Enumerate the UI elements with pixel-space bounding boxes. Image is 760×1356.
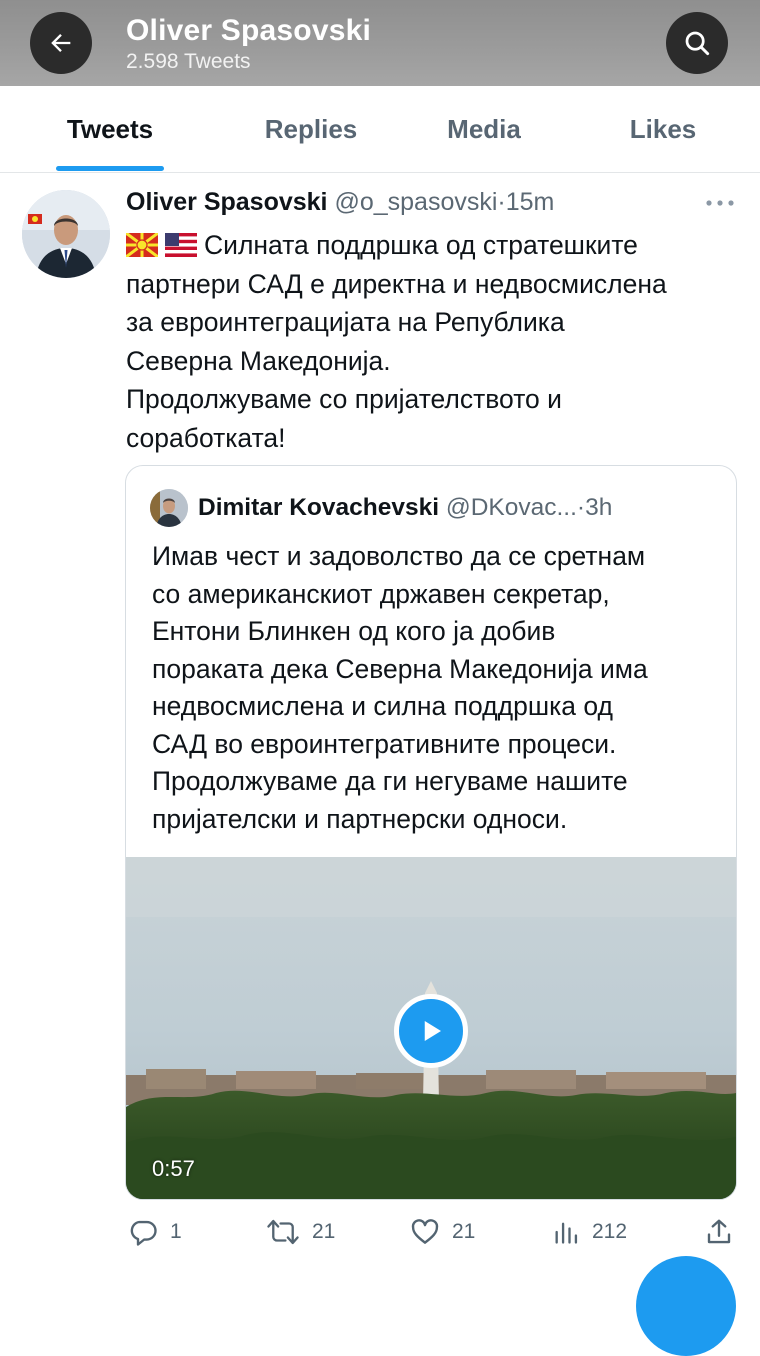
tab-replies[interactable]: Replies: [240, 86, 382, 172]
quoted-text-line: пријателски и партнерски односи.: [152, 803, 568, 834]
quoted-tweet-text: Имав чест и задоволство да се сретнам со…: [152, 538, 722, 838]
tweet-text-line: за евроинтеграцијата на Република: [126, 307, 565, 337]
play-icon: [424, 1021, 441, 1041]
tweet-text-line: соработката!: [126, 422, 286, 453]
author-handle[interactable]: @o_spasovski: [334, 188, 497, 216]
tweet-text: Силната поддршка од стратешките партнери…: [126, 226, 741, 457]
video-player[interactable]: 0:57: [126, 857, 736, 1199]
reply-button[interactable]: 1: [128, 1214, 182, 1250]
quoted-text-line: САД во евроинтегративните процеси.: [152, 728, 617, 759]
tweet-count: 2.598 Tweets: [126, 50, 251, 73]
views-button[interactable]: 212: [552, 1214, 627, 1250]
tab-tweets[interactable]: Tweets: [40, 86, 180, 172]
tab-likes[interactable]: Likes: [604, 86, 722, 172]
quoted-avatar-image: [150, 489, 188, 527]
usa-flag-icon: [165, 233, 197, 257]
quoted-avatar[interactable]: [150, 489, 188, 527]
views-chart-icon: [555, 1222, 578, 1244]
tweet-text-line: Северна Македонија.: [126, 345, 391, 376]
play-button[interactable]: [394, 994, 468, 1068]
heart-icon: [411, 1219, 439, 1244]
compose-tweet-button[interactable]: [636, 1256, 736, 1356]
retweet-button[interactable]: 21: [266, 1214, 335, 1250]
quoted-tweet[interactable]: Dimitar Kovachevski @DKovac...·3h Имав ч…: [125, 465, 737, 1200]
arrow-left-icon: [51, 34, 71, 52]
like-count: 21: [452, 1220, 476, 1243]
tweet-text-line: Силната поддршка од стратешките: [126, 226, 741, 265]
more-options-button[interactable]: [704, 193, 736, 218]
views-count: 212: [592, 1220, 628, 1243]
tweet-text-line: Продолжуваме со пријателството и: [126, 384, 562, 414]
more-horizontal-icon: [706, 200, 734, 206]
reply-count: 1: [170, 1220, 182, 1243]
quoted-text-line: со американскиот државен секретар,: [152, 578, 610, 609]
share-button[interactable]: [704, 1214, 734, 1250]
tweet-text-line: партнери САД е директна и недвосмислена: [126, 268, 667, 299]
quoted-text-line: Имав чест и задоволство да се сретнам: [152, 541, 646, 571]
avatar[interactable]: [22, 190, 110, 278]
like-button[interactable]: 21: [410, 1214, 475, 1250]
macedonia-flag-icon: [126, 233, 158, 257]
video-duration: 0:57: [152, 1156, 195, 1181]
profile-name: Oliver Spasovski: [126, 14, 372, 47]
search-button[interactable]: [666, 12, 728, 74]
tweet-header: Oliver Spasovski @o_spasovski·15m: [126, 188, 726, 222]
quoted-tweet-time[interactable]: 3h: [585, 494, 612, 521]
author-name[interactable]: Oliver Spasovski: [126, 188, 328, 216]
reply-icon: [130, 1220, 157, 1246]
avatar-image: [22, 190, 110, 278]
quoted-text-line: Ентони Блинкен од кого ја добив: [152, 616, 556, 646]
profile-header: Oliver Spasovski 2.598 Tweets: [0, 0, 760, 86]
profile-tabs: Tweets Replies Media Likes: [0, 86, 760, 173]
quoted-author-name[interactable]: Dimitar Kovachevski: [198, 494, 439, 521]
quoted-text-line: пораката дека Северна Македонија има: [152, 653, 648, 684]
separator-dot: ·: [497, 188, 506, 216]
tweet-time[interactable]: 15m: [506, 188, 555, 216]
tab-media[interactable]: Media: [420, 86, 548, 172]
back-button[interactable]: [30, 12, 92, 74]
tweet-text-line-content: Силната поддршка од стратешките: [204, 230, 638, 260]
quoted-header: Dimitar Kovachevski @DKovac...·3h: [198, 494, 612, 522]
retweet-count: 21: [312, 1220, 336, 1243]
search-icon: [685, 31, 710, 56]
active-tab-indicator: [56, 166, 164, 171]
retweet-icon: [267, 1219, 299, 1245]
share-icon: [707, 1219, 731, 1244]
quoted-text-line: Продолжуваме да ги негуваме нашите: [152, 766, 628, 796]
quoted-text-line: недвосмислена и силна поддршка од: [152, 691, 613, 721]
separator-dot: ·: [576, 494, 586, 521]
quoted-author-handle[interactable]: @DKovac...: [446, 494, 577, 521]
